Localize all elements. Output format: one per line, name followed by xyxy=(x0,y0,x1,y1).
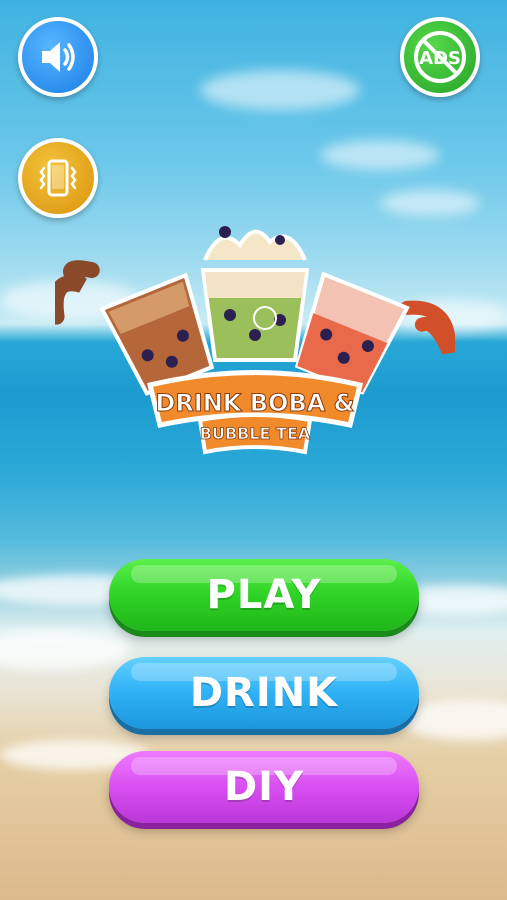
no-ads-icon: ADS xyxy=(414,31,466,83)
play-button[interactable]: PLAY xyxy=(109,559,419,631)
remove-ads-button[interactable]: ADS xyxy=(400,17,480,97)
drink-button[interactable]: DRINK xyxy=(109,657,419,729)
logo-banner: DRINK BOBA & BUBBLE TEA xyxy=(146,370,364,455)
diy-button-label: DIY xyxy=(223,764,305,810)
logo-title-line2: BUBBLE TEA xyxy=(200,424,311,443)
matcha-cup-icon xyxy=(200,226,310,362)
drink-button-label: DRINK xyxy=(189,670,339,716)
vibration-toggle-button[interactable] xyxy=(18,138,98,218)
logo-title-line1: DRINK BOBA & xyxy=(155,389,354,417)
phone-vibrate-icon xyxy=(39,159,77,197)
sound-toggle-button[interactable] xyxy=(18,17,98,97)
diy-button[interactable]: DIY xyxy=(109,751,419,823)
game-logo: DRINK BOBA & BUBBLE TEA xyxy=(55,226,455,455)
speaker-icon xyxy=(42,42,75,72)
play-button-label: PLAY xyxy=(206,572,322,618)
